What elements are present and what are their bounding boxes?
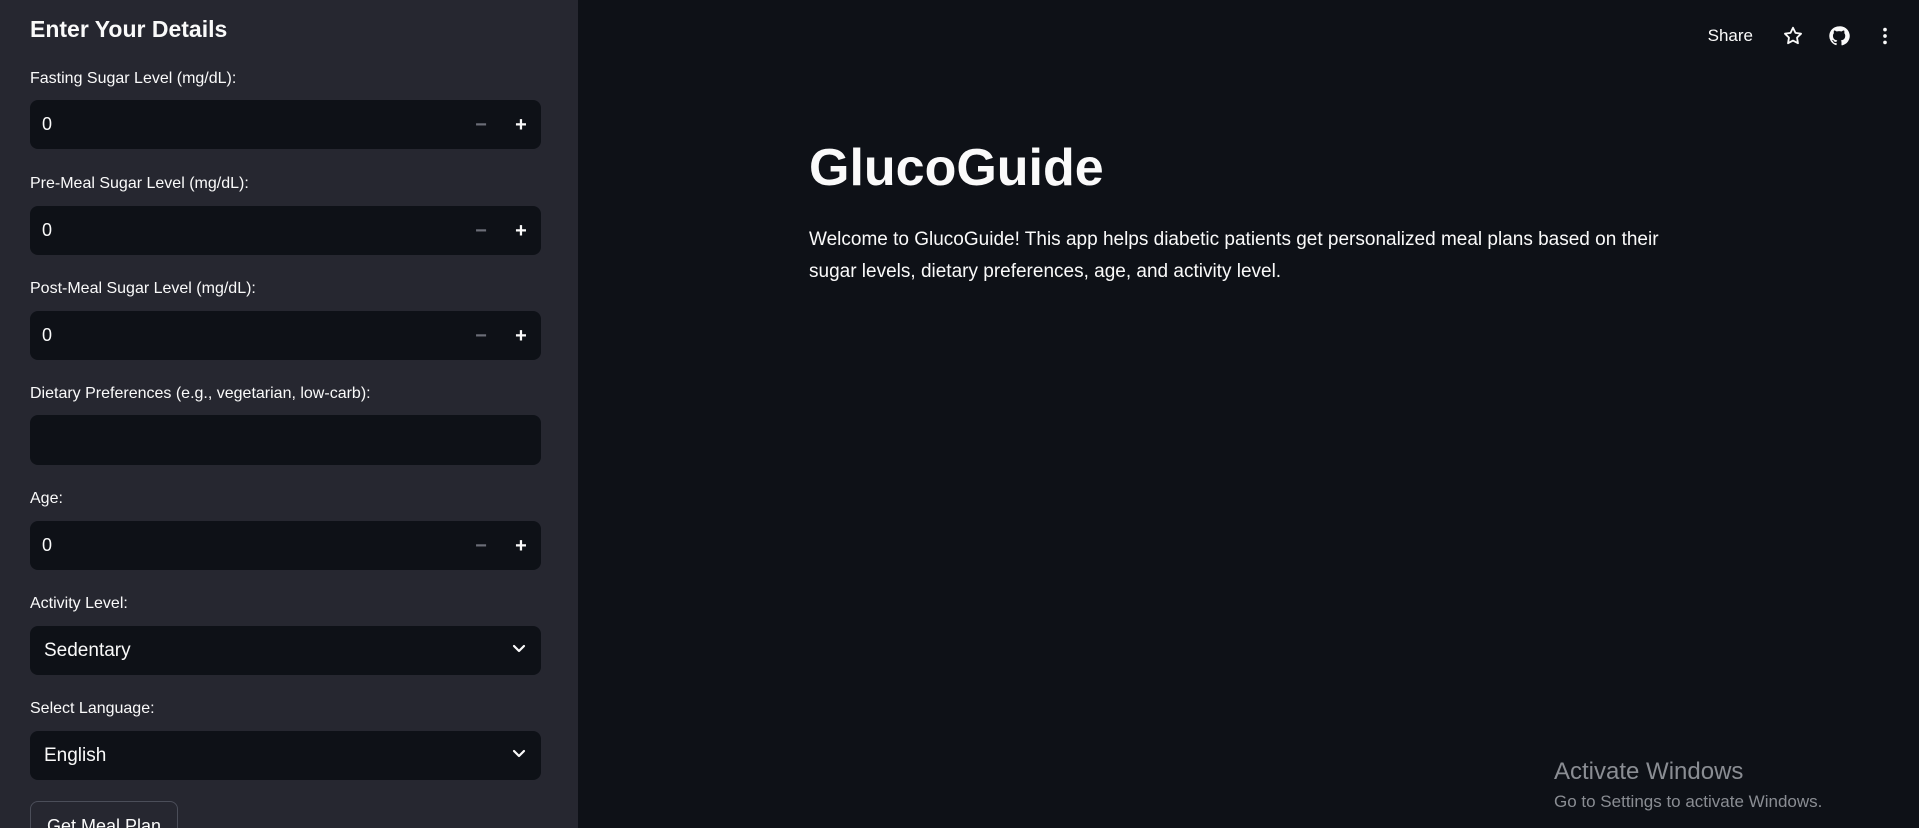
premeal-decrement-button[interactable]: − <box>461 206 501 255</box>
chevron-down-icon <box>511 640 527 661</box>
language-label: Select Language: <box>30 700 155 717</box>
minus-icon: − <box>475 534 487 557</box>
page-description: Welcome to GlucoGuide! This app helps di… <box>809 229 1659 282</box>
postmeal-input-group: − + <box>30 311 541 360</box>
plus-icon: + <box>515 219 527 242</box>
language-select[interactable]: English <box>30 731 541 780</box>
premeal-label: Pre-Meal Sugar Level (mg/dL): <box>30 175 249 192</box>
share-button[interactable]: Share <box>1708 26 1753 46</box>
dietary-label: Dietary Preferences (e.g., vegetarian, l… <box>30 385 371 402</box>
postmeal-decrement-button[interactable]: − <box>461 311 501 360</box>
sidebar-title: Enter Your Details <box>30 16 228 42</box>
premeal-input-group: − + <box>30 206 541 255</box>
premeal-increment-button[interactable]: + <box>501 206 541 255</box>
watermark-subtitle: Go to Settings to activate Windows. <box>1554 792 1823 811</box>
app-root: Enter Your Details Fasting Sugar Level (… <box>0 0 1919 828</box>
fasting-increment-button[interactable]: + <box>501 100 541 149</box>
dietary-input[interactable] <box>30 415 541 465</box>
age-input-group: − + <box>30 521 541 570</box>
minus-icon: − <box>475 113 487 136</box>
fasting-decrement-button[interactable]: − <box>461 100 501 149</box>
age-increment-button[interactable]: + <box>501 521 541 570</box>
header-toolbar: Share <box>1708 22 1899 50</box>
page-title: GlucoGuide <box>809 139 1104 197</box>
language-selected-value: English <box>44 744 107 766</box>
plus-icon: + <box>515 113 527 136</box>
activity-selected-value: Sedentary <box>44 639 131 661</box>
minus-icon: − <box>475 324 487 347</box>
plus-icon: + <box>515 534 527 557</box>
minus-icon: − <box>475 219 487 242</box>
fasting-input-group: − + <box>30 100 541 149</box>
age-label: Age: <box>30 490 63 507</box>
postmeal-increment-button[interactable]: + <box>501 311 541 360</box>
activity-select[interactable]: Sedentary <box>30 626 541 675</box>
activity-label: Activity Level: <box>30 595 128 612</box>
age-decrement-button[interactable]: − <box>461 521 501 570</box>
age-input[interactable] <box>30 535 461 556</box>
postmeal-label: Post-Meal Sugar Level (mg/dL): <box>30 280 256 297</box>
windows-activation-watermark: Activate Windows Go to Settings to activ… <box>1554 758 1822 812</box>
chevron-down-icon <box>511 745 527 766</box>
get-meal-plan-button[interactable]: Get Meal Plan <box>30 801 179 828</box>
fasting-input[interactable] <box>30 114 461 135</box>
postmeal-input[interactable] <box>30 325 461 346</box>
more-vertical-icon[interactable] <box>1871 22 1899 50</box>
fasting-label: Fasting Sugar Level (mg/dL): <box>30 70 237 87</box>
sidebar: Enter Your Details Fasting Sugar Level (… <box>0 0 578 828</box>
premeal-input[interactable] <box>30 220 461 241</box>
github-icon[interactable] <box>1825 22 1853 50</box>
watermark-title: Activate Windows <box>1554 758 1744 785</box>
star-icon[interactable] <box>1779 22 1807 50</box>
plus-icon: + <box>515 324 527 347</box>
